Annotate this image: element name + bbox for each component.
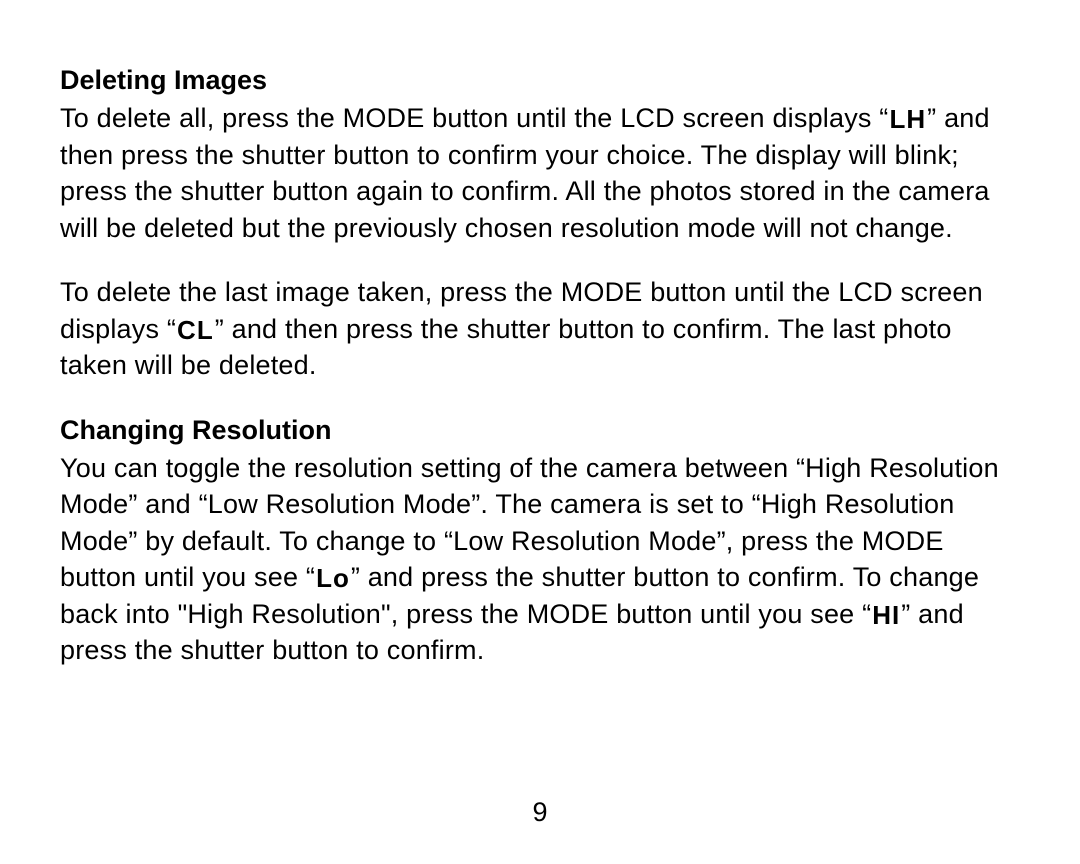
page-number: 9	[0, 797, 1080, 828]
heading-deleting-images: Deleting Images	[60, 62, 1020, 98]
paragraph-resolution: You can toggle the resolution setting of…	[60, 450, 1020, 669]
lcd-hi-icon: HI	[871, 598, 901, 633]
paragraph-delete-all: To delete all, press the MODE button unt…	[60, 100, 1020, 246]
text-fragment: To delete all, press the MODE button unt…	[60, 103, 889, 133]
heading-changing-resolution: Changing Resolution	[60, 412, 1020, 448]
lcd-lh-icon: LH	[889, 102, 928, 137]
paragraph-delete-last: To delete the last image taken, press th…	[60, 274, 1020, 383]
lcd-cl-icon: CL	[176, 313, 215, 348]
lcd-lo-icon: Lo	[315, 561, 351, 596]
